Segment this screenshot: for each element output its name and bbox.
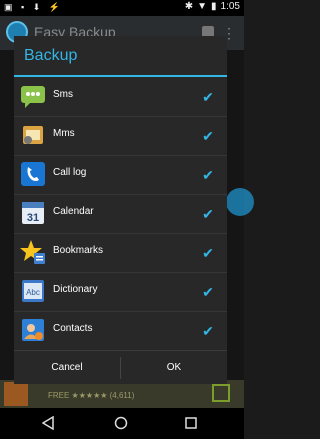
bluetooth-icon: ✱: [184, 1, 194, 12]
list-item-label: Call log: [53, 167, 87, 178]
list-item-label: Mms: [53, 128, 75, 139]
list-item-label: Contacts: [53, 323, 93, 334]
checkbox-checked-icon[interactable]: ✔: [201, 207, 215, 221]
list-item-bookmarks[interactable]: Bookmarks ✔: [14, 234, 227, 273]
clock: 1:05: [220, 1, 240, 12]
calendar-icon: 31: [20, 200, 46, 226]
list-item-label: Sms: [53, 89, 73, 100]
notification-icons: ▣ ▪ ⬇ ⚡: [4, 2, 63, 12]
svg-text:Abc: Abc: [26, 288, 40, 297]
recent-apps-icon[interactable]: [185, 417, 197, 429]
mms-icon: [20, 122, 46, 148]
list-item-sms[interactable]: Sms ✔: [14, 78, 227, 117]
sms-icon: [20, 83, 46, 109]
dialog-button-bar: Cancel OK: [14, 350, 227, 385]
checkbox-checked-icon[interactable]: ✔: [201, 246, 215, 260]
list-item-call-log[interactable]: Call log ✔: [14, 156, 227, 195]
list-item-label: Bookmarks: [53, 245, 104, 256]
checkbox-checked-icon[interactable]: ✔: [201, 90, 215, 104]
ad-text: FREE ★★★★★ (4,611): [48, 391, 135, 400]
checkbox-checked-icon[interactable]: ✔: [201, 285, 215, 299]
dialog-title: Backup: [24, 47, 78, 64]
status-icons: ✱ ▼ ▮ 1:05: [185, 1, 240, 12]
back-icon[interactable]: [41, 415, 54, 435]
list-item-calendar[interactable]: 31 Calendar ✔: [14, 195, 227, 234]
call-log-icon: [20, 161, 46, 187]
home-icon[interactable]: [114, 416, 128, 430]
dictionary-icon: Abc: [20, 278, 46, 304]
ad-icon: [4, 382, 28, 406]
svg-text:31: 31: [27, 212, 39, 224]
ok-button[interactable]: OK: [121, 351, 227, 385]
cancel-button[interactable]: Cancel: [14, 351, 120, 385]
contacts-icon: [20, 317, 46, 343]
list-item-label: Dictionary: [53, 284, 98, 295]
list-item-mms[interactable]: Mms ✔: [14, 117, 227, 156]
status-bar: ▣ ▪ ⬇ ⚡ ✱ ▼ ▮ 1:05: [0, 0, 244, 16]
checkbox-checked-icon[interactable]: ✔: [201, 324, 215, 338]
wifi-icon: ▼: [197, 1, 208, 12]
battery-icon: ▮: [211, 1, 217, 12]
list-item-label: Calendar: [53, 206, 94, 217]
bookmarks-icon: [20, 239, 46, 265]
checkbox-checked-icon[interactable]: ✔: [201, 168, 215, 182]
dialog-title-divider: [14, 75, 227, 77]
list-item-dictionary[interactable]: Abc Dictionary ✔: [14, 273, 227, 312]
navigation-bar: [0, 408, 244, 439]
background-button-icon: [226, 188, 254, 216]
ad-install-icon: [212, 384, 230, 402]
checkbox-checked-icon[interactable]: ✔: [201, 129, 215, 143]
backup-dialog: Backup Sms ✔ Mms ✔ Call log ✔ 31 Calenda…: [14, 36, 227, 384]
list-item-contacts[interactable]: Contacts ✔: [14, 312, 227, 351]
